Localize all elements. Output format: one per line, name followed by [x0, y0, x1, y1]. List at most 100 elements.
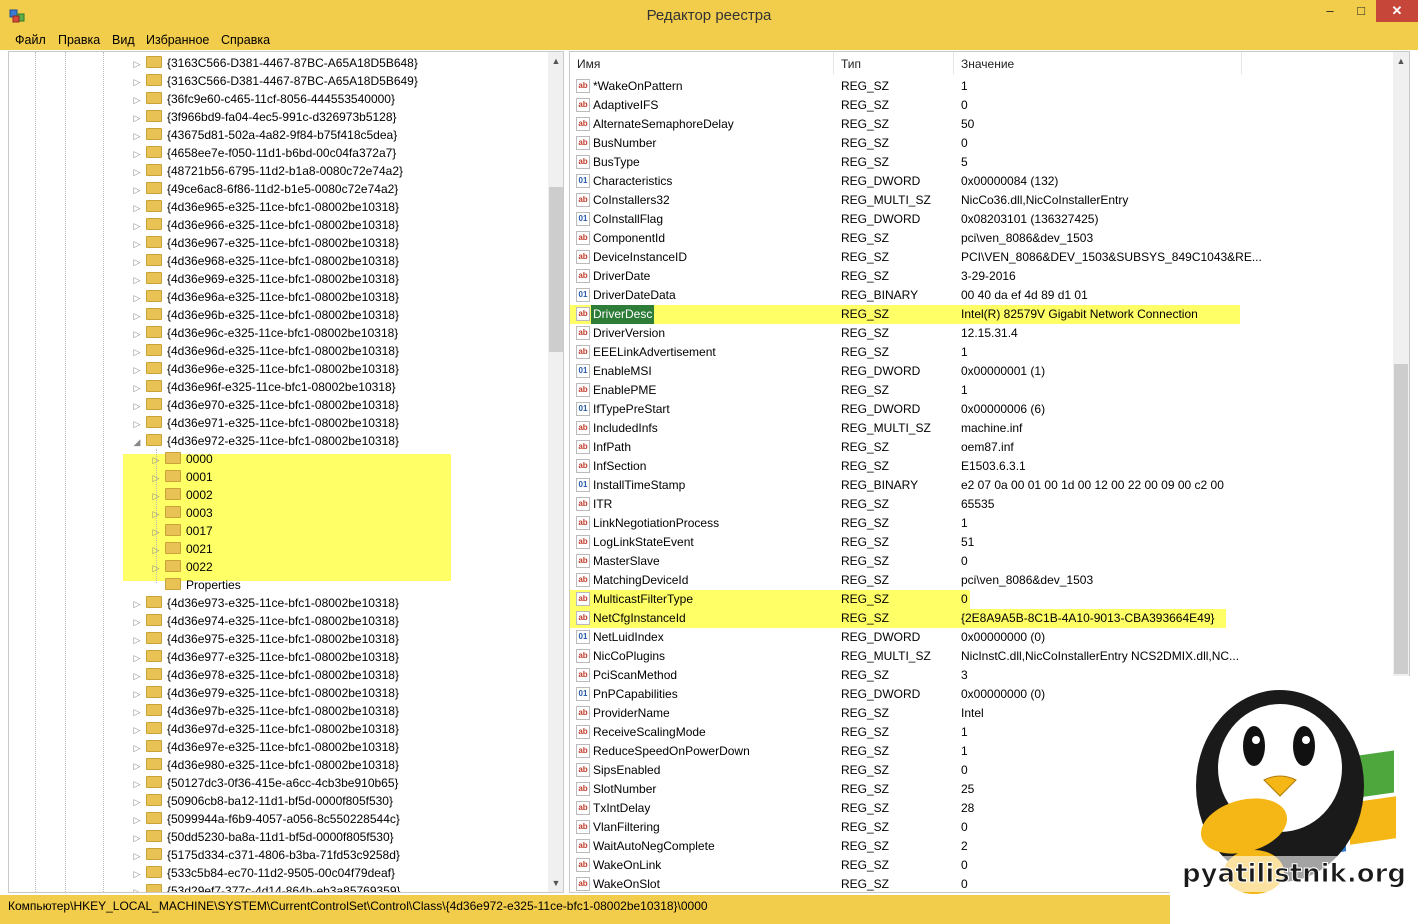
collapsed-arrow-icon[interactable]: ▷: [131, 361, 143, 379]
scroll-down-icon[interactable]: ▼: [548, 878, 563, 888]
tree-item[interactable]: ▷ {4d36e966-e325-11ce-bfc1-08002be10318}: [131, 216, 399, 234]
collapsed-arrow-icon[interactable]: ▷: [131, 289, 143, 307]
value-row[interactable]: ab DeviceInstanceID REG_SZ PCI\VEN_8086&DEV…: [570, 248, 1409, 267]
value-row[interactable]: ab BusNumber REG_SZ 0: [570, 134, 1409, 153]
value-row[interactable]: ab DriverDesc REG_SZ Intel(R) 82579V Gigabi…: [570, 305, 1409, 324]
collapsed-arrow-icon[interactable]: ▷: [131, 145, 143, 163]
collapsed-arrow-icon[interactable]: ▷: [131, 109, 143, 127]
tree-item[interactable]: ▷ {50127dc3-0f36-415e-a6cc-4cb3be910b65}: [131, 774, 399, 792]
menu-file[interactable]: Файл: [15, 33, 46, 47]
value-row[interactable]: 01 IfTypePreStart REG_DWORD 0x00000006 (6): [570, 400, 1409, 419]
collapsed-arrow-icon[interactable]: ▷: [150, 451, 162, 469]
value-row[interactable]: ab ITR REG_SZ 65535: [570, 495, 1409, 514]
value-row[interactable]: ab EnablePME REG_SZ 1: [570, 381, 1409, 400]
tree-item[interactable]: ▷ {4d36e96b-e325-11ce-bfc1-08002be10318}: [131, 306, 399, 324]
collapsed-arrow-icon[interactable]: ▷: [131, 811, 143, 829]
collapsed-arrow-icon[interactable]: ▷: [131, 595, 143, 613]
value-row[interactable]: ab LinkNegotiationProcess REG_SZ 1: [570, 514, 1409, 533]
tree-item-child[interactable]: ▷ 0021: [150, 540, 213, 558]
scroll-thumb[interactable]: [1394, 364, 1408, 674]
tree-item[interactable]: ▷ {4d36e974-e325-11ce-bfc1-08002be10318}: [131, 612, 399, 630]
collapsed-arrow-icon[interactable]: ▷: [131, 307, 143, 325]
close-button[interactable]: ✕: [1376, 0, 1418, 22]
collapsed-arrow-icon[interactable]: ▷: [131, 343, 143, 361]
tree-item[interactable]: ▷ {50906cb8-ba12-11d1-bf5d-0000f805f530}: [131, 792, 393, 810]
tree-item-child[interactable]: ▷ 0001: [150, 468, 213, 486]
value-row[interactable]: 01 DriverDateData REG_BINARY 00 40 da ef 4d…: [570, 286, 1409, 305]
value-row[interactable]: ab NicCoPlugins REG_MULTI_SZ NicInstC.dll,N…: [570, 647, 1409, 666]
tree-item[interactable]: ▷ {533c5b84-ec70-11d2-9505-00c04f79deaf}: [131, 864, 395, 882]
tree-item[interactable]: ▷ {4d36e975-e325-11ce-bfc1-08002be10318}: [131, 630, 399, 648]
tree-item-child[interactable]: ▷ 0017: [150, 522, 213, 540]
value-row[interactable]: ab DriverVersion REG_SZ 12.15.31.4: [570, 324, 1409, 343]
collapsed-arrow-icon[interactable]: ▷: [131, 217, 143, 235]
tree-item[interactable]: ▷ {4d36e970-e325-11ce-bfc1-08002be10318}: [131, 396, 399, 414]
value-row[interactable]: 01 EnableMSI REG_DWORD 0x00000001 (1): [570, 362, 1409, 381]
minimize-button[interactable]: –: [1314, 0, 1346, 22]
collapsed-arrow-icon[interactable]: ▷: [131, 685, 143, 703]
value-row[interactable]: ab BusType REG_SZ 5: [570, 153, 1409, 172]
tree-item[interactable]: ▷ {4d36e978-e325-11ce-bfc1-08002be10318}: [131, 666, 399, 684]
tree-item-child[interactable]: ▷ 0002: [150, 486, 213, 504]
collapsed-arrow-icon[interactable]: ▷: [131, 163, 143, 181]
collapsed-arrow-icon[interactable]: ▷: [150, 523, 162, 541]
column-header-type[interactable]: Тип: [834, 52, 954, 74]
menu-view[interactable]: Вид: [112, 33, 135, 47]
collapsed-arrow-icon[interactable]: ▷: [131, 757, 143, 775]
collapsed-arrow-icon[interactable]: ▷: [131, 253, 143, 271]
tree-item[interactable]: ▷ {4d36e973-e325-11ce-bfc1-08002be10318}: [131, 594, 399, 612]
tree-item[interactable]: ▷ {43675d81-502a-4a82-9f84-b75f418c5dea}: [131, 126, 397, 144]
value-row[interactable]: ab InfSection REG_SZ E1503.6.3.1: [570, 457, 1409, 476]
tree-item[interactable]: ▷ {50dd5230-ba8a-11d1-bf5d-0000f805f530}: [131, 828, 394, 846]
expanded-arrow-icon[interactable]: ◢: [131, 433, 143, 451]
tree-item[interactable]: ▷ {4d36e969-e325-11ce-bfc1-08002be10318}: [131, 270, 399, 288]
scroll-up-icon[interactable]: ▲: [1393, 56, 1409, 66]
collapsed-arrow-icon[interactable]: ▷: [131, 829, 143, 847]
value-row[interactable]: ab MatchingDeviceId REG_SZ pci\ven_8086&dev…: [570, 571, 1409, 590]
tree-item-child[interactable]: ▷ 0022: [150, 558, 213, 576]
tree-item[interactable]: ▷ {4d36e971-e325-11ce-bfc1-08002be10318}: [131, 414, 399, 432]
tree-item[interactable]: ▷ {36fc9e60-c465-11cf-8056-444553540000}: [131, 90, 395, 108]
tree-item[interactable]: ▷ {4d36e97e-e325-11ce-bfc1-08002be10318}: [131, 738, 399, 756]
collapsed-arrow-icon[interactable]: ▷: [131, 649, 143, 667]
tree-item[interactable]: ▷ {4658ee7e-f050-11d1-b6bd-00c04fa372a7}: [131, 144, 396, 162]
value-row[interactable]: ab AlternateSemaphoreDelay REG_SZ 50: [570, 115, 1409, 134]
collapsed-arrow-icon[interactable]: ▷: [131, 721, 143, 739]
collapsed-arrow-icon[interactable]: ▷: [131, 271, 143, 289]
value-row[interactable]: ab CoInstallers32 REG_MULTI_SZ NicCo36.dll,…: [570, 191, 1409, 210]
collapsed-arrow-icon[interactable]: ▷: [131, 739, 143, 757]
tree-item[interactable]: ▷ {4d36e96d-e325-11ce-bfc1-08002be10318}: [131, 342, 399, 360]
collapsed-arrow-icon[interactable]: ▷: [131, 415, 143, 433]
tree-item[interactable]: ▷ {4d36e97b-e325-11ce-bfc1-08002be10318}: [131, 702, 399, 720]
collapsed-arrow-icon[interactable]: ▷: [131, 793, 143, 811]
collapsed-arrow-icon[interactable]: ▷: [131, 847, 143, 865]
value-row[interactable]: ab NetCfgInstanceId REG_SZ {2E8A9A5B-8C1B-4…: [570, 609, 1409, 628]
tree-vertical-scrollbar[interactable]: ▲ ▼: [548, 52, 563, 892]
tree-item[interactable]: ▷ {53d29ef7-377c-4d14-864b-eb3a85769359}: [131, 882, 401, 892]
value-row[interactable]: ab MulticastFilterType REG_SZ 0: [570, 590, 1409, 609]
collapsed-arrow-icon[interactable]: ▷: [131, 865, 143, 883]
collapsed-arrow-icon[interactable]: ▷: [131, 325, 143, 343]
collapsed-arrow-icon[interactable]: ▷: [131, 91, 143, 109]
tree-item-child[interactable]: Properties: [150, 576, 241, 594]
collapsed-arrow-icon[interactable]: ▷: [150, 559, 162, 577]
scroll-up-icon[interactable]: ▲: [548, 56, 563, 66]
key-tree-pane[interactable]: ▷ {3163C566-D381-4467-87BC-A65A18D5B648} ▷…: [8, 51, 564, 893]
tree-item[interactable]: ▷ {4d36e968-e325-11ce-bfc1-08002be10318}: [131, 252, 399, 270]
value-row[interactable]: 01 NetLuidIndex REG_DWORD 0x00000000 (0): [570, 628, 1409, 647]
tree-item[interactable]: ▷ {3163C566-D381-4467-87BC-A65A18D5B648}: [131, 54, 418, 72]
value-row[interactable]: ab MasterSlave REG_SZ 0: [570, 552, 1409, 571]
maximize-button[interactable]: □: [1347, 0, 1375, 22]
value-row[interactable]: 01 InstallTimeStamp REG_BINARY e2 07 0a 00 …: [570, 476, 1409, 495]
value-row[interactable]: 01 CoInstallFlag REG_DWORD 0x08203101 (1363…: [570, 210, 1409, 229]
tree-item[interactable]: ▷ {49ce6ac8-6f86-11d2-b1e5-0080c72e74a2}: [131, 180, 398, 198]
tree-item[interactable]: ▷ {4d36e96e-e325-11ce-bfc1-08002be10318}: [131, 360, 399, 378]
tree-item[interactable]: ▷ {4d36e97d-e325-11ce-bfc1-08002be10318}: [131, 720, 399, 738]
tree-item[interactable]: ▷ {5175d334-c371-4806-b3ba-71fd53c9258d}: [131, 846, 400, 864]
tree-item[interactable]: ▷ {4d36e96f-e325-11ce-bfc1-08002be10318}: [131, 378, 396, 396]
collapsed-arrow-icon[interactable]: ▷: [131, 775, 143, 793]
tree-item[interactable]: ▷ {4d36e977-e325-11ce-bfc1-08002be10318}: [131, 648, 399, 666]
collapsed-arrow-icon[interactable]: ▷: [131, 199, 143, 217]
collapsed-arrow-icon[interactable]: ▷: [131, 613, 143, 631]
scroll-thumb[interactable]: [549, 187, 563, 352]
